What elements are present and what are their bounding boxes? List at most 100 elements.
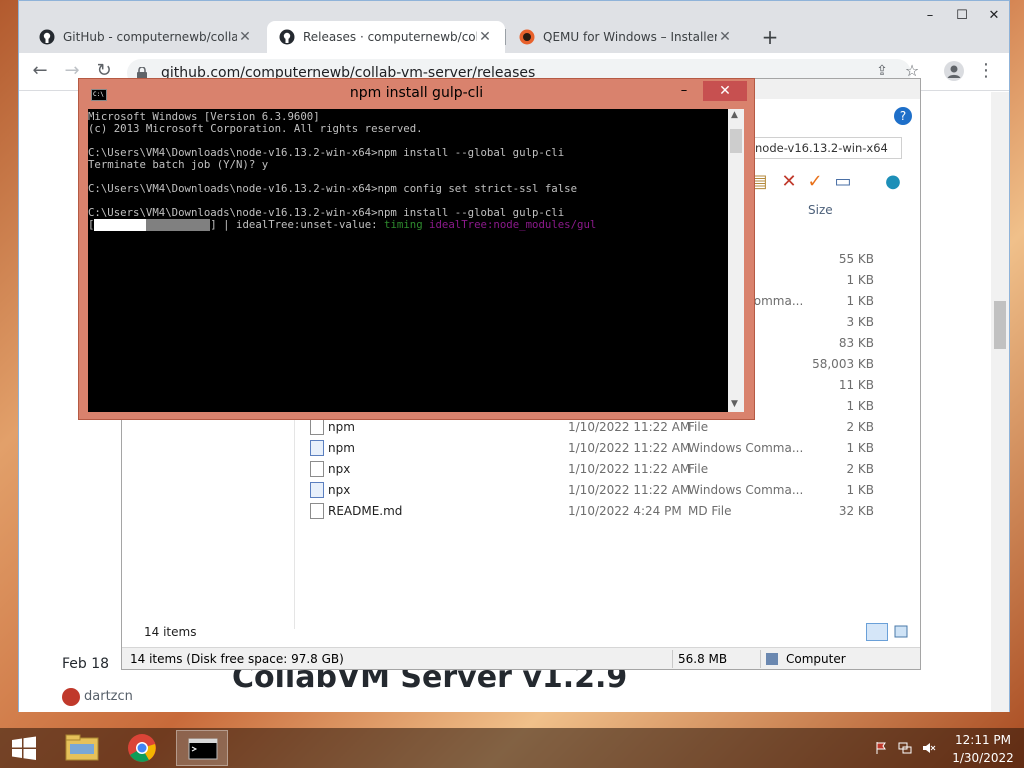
author-avatar[interactable] — [62, 688, 80, 706]
flag-notification-icon[interactable] — [874, 741, 888, 755]
items-count-label: 14 items — [144, 625, 197, 639]
file-row[interactable]: npx 1/10/2022 11:22 AM File 2 KB — [306, 459, 886, 480]
file-size: 3 KB — [846, 315, 874, 329]
details-view-icon[interactable] — [866, 623, 888, 641]
file-size: 32 KB — [838, 504, 874, 518]
scroll-up-arrow-icon[interactable]: ▲ — [731, 110, 738, 120]
npm-progress-line: [ ] | idealTree:unset-value: timing idea… — [88, 219, 728, 231]
properties-icon[interactable]: ▭ — [832, 171, 854, 195]
file-type: Windows Comma... — [688, 483, 804, 497]
page-scrollbar[interactable] — [991, 92, 1009, 712]
taskbar-file-explorer[interactable] — [56, 730, 108, 766]
windows-logo-icon — [12, 736, 36, 760]
folder-icon — [65, 734, 99, 761]
file-type: File — [688, 420, 709, 434]
file-icon — [310, 503, 324, 519]
tab-title: QEMU for Windows – Installers ( — [543, 30, 717, 44]
profile-avatar-icon[interactable] — [943, 61, 965, 83]
status-location: Computer — [786, 652, 846, 666]
console-line: Microsoft Windows [Version 6.3.9600] — [88, 111, 320, 123]
start-button[interactable] — [0, 728, 48, 768]
network-icon[interactable] — [898, 741, 912, 755]
progress-timing: timing — [384, 219, 423, 231]
page-scrollbar-thumb[interactable] — [994, 301, 1006, 349]
file-size: 2 KB — [846, 462, 874, 476]
scroll-down-arrow-icon[interactable]: ▼ — [731, 399, 738, 409]
new-tab-button[interactable]: + — [757, 25, 783, 51]
clock-time[interactable]: 12:11 PM — [948, 733, 1018, 747]
file-size: 1 KB — [846, 273, 874, 287]
file-size: 1 KB — [846, 294, 874, 308]
file-date: 1/10/2022 11:22 AM — [568, 462, 691, 476]
progress-detail: idealTree:node_modules/gul — [422, 219, 597, 231]
file-row[interactable]: npm 1/10/2022 11:22 AM File 2 KB — [306, 417, 886, 438]
file-type: MD File — [688, 504, 732, 518]
tab-separator — [505, 29, 506, 45]
delete-x-icon[interactable]: ✕ — [778, 171, 800, 195]
cmd-icon — [188, 738, 218, 760]
file-date: 1/10/2022 11:22 AM — [568, 441, 691, 455]
file-row[interactable]: npx 1/10/2022 11:22 AM Windows Comma... 1 K… — [306, 480, 886, 501]
file-size: 55 KB — [838, 252, 874, 266]
explorer-status-bar: 14 items (Disk free space: 97.8 GB) 56.8… — [122, 647, 920, 669]
file-type: Windows Comma... — [688, 441, 804, 455]
console-line: C:\Users\VM4\Downloads\node-v16.13.2-win… — [88, 183, 578, 195]
file-date: 1/10/2022 11:22 AM — [568, 483, 691, 497]
release-author[interactable]: dartzcn — [84, 689, 133, 704]
file-size: 2 KB — [846, 420, 874, 434]
github-icon — [279, 29, 295, 45]
cmd-scrollbar-thumb[interactable] — [730, 129, 742, 153]
cmd-scrollbar[interactable] — [728, 109, 744, 412]
clock-date[interactable]: 1/30/2022 — [948, 751, 1018, 765]
file-icon — [310, 461, 324, 477]
explorer-search-input[interactable]: node-v16.13.2-win-x64 — [750, 137, 902, 159]
chrome-maximize-button[interactable]: ☐ — [947, 7, 977, 27]
globe-icon[interactable]: ● — [882, 171, 904, 195]
taskbar-cmd[interactable] — [176, 730, 228, 766]
file-name: npm — [328, 441, 355, 455]
cmd-console-output[interactable]: Microsoft Windows [Version 6.3.9600] (c) … — [88, 109, 728, 412]
tab-releases[interactable]: Releases · computernewb/collab ✕ — [267, 21, 505, 53]
status-divider — [760, 650, 761, 668]
cmd-close-button[interactable]: ✕ — [703, 81, 747, 101]
file-name: npx — [328, 462, 351, 476]
chrome-minimize-button[interactable]: – — [915, 7, 945, 27]
tab-close-icon[interactable]: ✕ — [477, 29, 493, 45]
checkmark-icon[interactable]: ✓ — [804, 171, 826, 195]
taskbar-chrome[interactable] — [116, 730, 168, 766]
menu-kebab-icon[interactable]: ⋮ — [975, 61, 997, 83]
large-icons-view-icon[interactable] — [890, 623, 912, 641]
tab-title: GitHub - computernewb/collab-v — [63, 30, 237, 44]
file-row[interactable]: README.md 1/10/2022 4:24 PM MD File 32 KB — [306, 501, 886, 522]
back-arrow-icon[interactable]: ← — [29, 61, 51, 83]
file-name: README.md — [328, 504, 403, 518]
tab-close-icon[interactable]: ✕ — [237, 29, 253, 45]
help-icon[interactable]: ? — [894, 107, 912, 125]
status-divider — [672, 650, 673, 668]
tab-strip: GitHub - computernewb/collab-v ✕ Release… — [19, 1, 1009, 53]
file-type: File — [688, 462, 709, 476]
volume-muted-icon[interactable] — [922, 741, 936, 755]
tab-close-icon[interactable]: ✕ — [717, 29, 733, 45]
file-size: 58,003 KB — [812, 357, 874, 371]
progress-bar-remaining — [145, 219, 211, 231]
cmd-minimize-button[interactable]: – — [671, 83, 697, 101]
status-size: 56.8 MB — [678, 652, 728, 666]
tab-qemu[interactable]: QEMU for Windows – Installers ( ✕ — [507, 21, 745, 53]
progress-bar-filled — [94, 219, 146, 231]
file-row[interactable]: npm 1/10/2022 11:22 AM Windows Comma... 1 K… — [306, 438, 886, 459]
cmd-window-title: npm install gulp-cli — [349, 85, 484, 101]
file-date: 1/10/2022 11:22 AM — [568, 420, 691, 434]
file-name: npm — [328, 420, 355, 434]
chrome-close-button[interactable]: ✕ — [979, 7, 1009, 27]
column-header-size[interactable]: Size — [808, 203, 833, 217]
command-prompt-window: C:\ npm install gulp-cli – ✕ Microsoft W… — [78, 78, 755, 420]
progress-status: ] | idealTree:unset-value: — [210, 219, 385, 231]
chrome-icon — [128, 734, 156, 762]
explorer-ribbon-icons: ▤ ✕ ✓ ▭ ● — [748, 171, 918, 195]
tab-github-collab[interactable]: GitHub - computernewb/collab-v ✕ — [27, 21, 265, 53]
file-size: 83 KB — [838, 336, 874, 350]
status-summary: 14 items (Disk free space: 97.8 GB) — [130, 652, 344, 666]
console-line: Terminate batch job (Y/N)? y — [88, 159, 269, 171]
